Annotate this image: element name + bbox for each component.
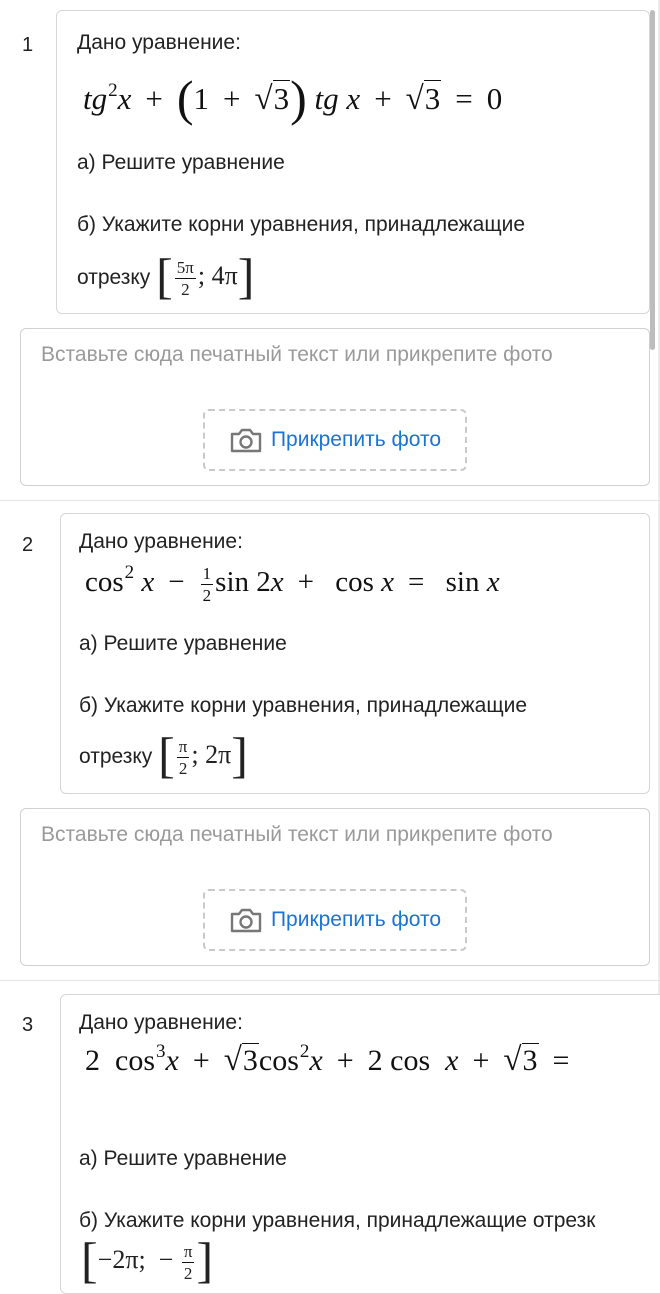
- task-number: 2: [22, 534, 34, 556]
- part-a: а) Решите уравнение: [79, 632, 287, 655]
- task-number: 1: [22, 34, 34, 56]
- equation: 2 cos3x + √3cos2x +2 cos x + √3 =: [85, 1041, 570, 1078]
- segment: [−2π; − π 2]: [81, 1232, 214, 1288]
- divider: [0, 500, 660, 501]
- task-card: Дано уравнение: 2 cos3x + √3cos2x +2 cos x +…: [60, 994, 660, 1294]
- answer-box[interactable]: Вставьте сюда печатный текст или прикреп…: [20, 808, 650, 966]
- attach-photo-label: Прикрепить фото: [270, 428, 442, 451]
- part-a: а) Решите уравнение: [77, 151, 285, 174]
- camera-icon: [230, 428, 262, 453]
- answer-placeholder: Вставьте сюда печатный текст или прикреп…: [41, 823, 553, 846]
- answer-box[interactable]: Вставьте сюда печатный текст или прикреп…: [20, 328, 650, 486]
- attach-photo-button[interactable]: Прикрепить фото: [203, 889, 467, 951]
- given-label: Дано уравнение:: [77, 31, 241, 54]
- segment-word: отрезку: [79, 745, 153, 768]
- given-label: Дано уравнение:: [79, 1011, 243, 1034]
- task-card: Дано уравнение: cos2 x −1 2 sin 2x + cos x = …: [60, 513, 650, 794]
- task-card: Дано уравнение: tg2x + (1 + √3) tg x + √3 = 0 а)…: [56, 10, 650, 314]
- part-b: б) Укажите корни уравнения, принадлежащи…: [79, 1209, 596, 1232]
- segment: отрезку [5π 2; 4π]: [77, 248, 255, 304]
- task-number: 3: [22, 1014, 34, 1036]
- part-b: б) Укажите корни уравнения, принадлежащи…: [79, 694, 528, 717]
- attach-photo-label: Прикрепить фото: [270, 908, 442, 931]
- equation: tg2x + (1 + √3) tg x + √3 = 0: [83, 70, 503, 126]
- camera-icon: [230, 908, 262, 933]
- attach-photo-button[interactable]: Прикрепить фото: [203, 409, 467, 471]
- equation: cos2 x −1 2 sin 2x + cos x = sin x: [85, 562, 500, 605]
- given-label: Дано уравнение:: [79, 530, 243, 553]
- scrollbar[interactable]: [650, 10, 655, 350]
- part-a: а) Решите уравнение: [79, 1147, 287, 1170]
- answer-placeholder: Вставьте сюда печатный текст или прикреп…: [41, 343, 553, 366]
- segment: отрезку [π 2; 2π]: [79, 727, 248, 783]
- part-b: б) Укажите корни уравнения, принадлежащи…: [77, 213, 526, 236]
- segment-word: отрезку: [77, 266, 151, 289]
- divider: [0, 980, 660, 981]
